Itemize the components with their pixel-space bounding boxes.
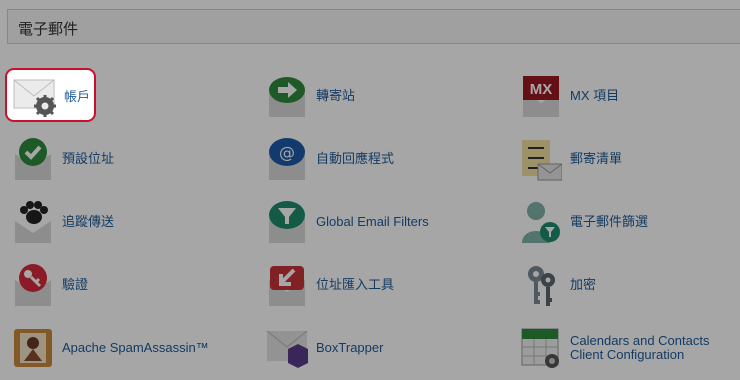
item-default-address[interactable]: 預設位址 [12,136,232,186]
item-label: BoxTrapper [316,340,384,355]
address-importer-icon [269,266,305,306]
email-filter-person-icon [522,202,560,243]
boxtrapper-icon [266,330,308,368]
item-track-delivery[interactable]: 追蹤傳送 [12,199,232,249]
item-global-email-filters[interactable]: Global Email Filters [266,199,486,249]
item-encryption[interactable]: 加密 [520,262,740,312]
item-label: Calendars and Contacts Client Configurat… [570,333,710,362]
item-label: 預設位址 [62,151,115,166]
envelope-gear-icon [13,79,56,117]
item-spamassassin[interactable]: Apache SpamAssassin™ [12,325,232,375]
item-address-importer[interactable]: 位址匯入工具 [266,262,486,312]
item-label: 位址匯入工具 [316,277,395,292]
mx-entry-icon: MX [523,76,559,117]
item-label: 電子郵件篩選 [570,214,649,229]
mailing-list-icon [522,140,562,181]
item-mx-entry[interactable]: MX MX 項目 [520,73,740,123]
calendar-contacts-icon [521,328,559,368]
item-email-filters[interactable]: 電子郵件篩選 [520,199,740,249]
item-email-accounts[interactable]: 帳戶 [5,68,96,122]
spamassassin-icon [14,329,52,367]
item-label: 自動回應程式 [316,151,395,166]
item-label: 郵寄清單 [570,151,623,166]
item-autoresponders[interactable]: @ 自動回應程式 [266,136,486,186]
default-address-check-icon [15,138,51,180]
item-label: 加密 [570,277,597,292]
item-label: Apache SpamAssassin™ [62,340,209,355]
item-boxtrapper[interactable]: BoxTrapper [266,325,486,375]
item-label: 帳戶 [64,88,91,104]
section-title: 電子郵件 [18,21,79,38]
item-mailing-lists[interactable]: 郵寄清單 [520,136,740,186]
section-header: 電子郵件 [7,9,740,44]
forwarder-arrow-icon [269,77,305,117]
autoresponder-at-icon: @ [269,138,305,180]
item-authentication[interactable]: 驗證 [12,262,232,312]
item-label: Global Email Filters [316,214,429,229]
authentication-key-icon [15,264,51,306]
encryption-keys-icon [528,266,555,306]
item-label: 驗證 [62,277,89,292]
item-label: 轉寄站 [316,88,356,103]
global-filter-funnel-icon [269,201,305,243]
email-section-panel: 電子郵件 預設位址 追蹤傳送 驗證 Apache SpamAssassin™ 轉… [0,0,740,380]
item-forwarders[interactable]: 轉寄站 [266,73,486,123]
track-delivery-paw-icon [15,201,51,243]
svg-text:@: @ [279,143,295,162]
item-label: MX 項目 [570,88,620,103]
item-label: 追蹤傳送 [62,214,115,229]
svg-text:MX: MX [530,81,553,98]
item-calendars-contacts[interactable]: Calendars and Contacts Client Configurat… [520,325,740,375]
